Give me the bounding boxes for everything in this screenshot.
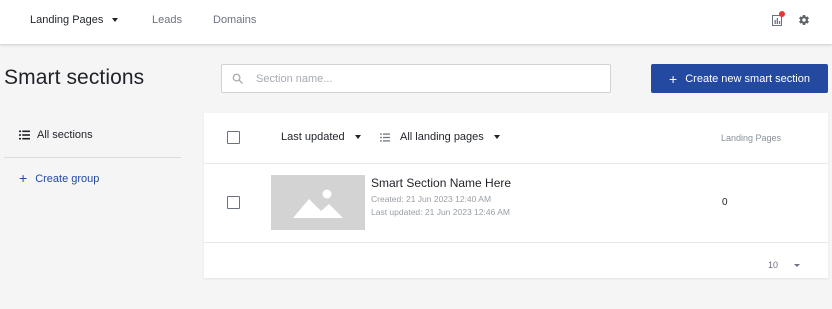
page-title: Smart sections [4,66,145,89]
sidebar-item-all-sections[interactable]: All sections [19,129,93,141]
sidebar-item-label: All sections [37,129,93,141]
list-icon [19,130,30,140]
notification-dot [779,11,785,17]
chevron-down-icon [493,135,500,139]
select-all-checkbox[interactable] [227,131,240,144]
section-name[interactable]: Smart Section Name Here [371,176,511,190]
chevron-down-icon[interactable] [794,264,800,267]
landing-page-filter-dropdown[interactable]: All landing pages [380,131,500,143]
create-group-link[interactable]: + Create group [19,170,100,186]
plus-icon: + [669,70,678,87]
nav-landing-pages-dropdown[interactable]: Landing Pages [30,14,119,26]
search-input[interactable] [256,72,586,85]
list-icon [380,132,390,142]
sidebar-divider [4,157,181,158]
sort-dropdown[interactable]: Last updated [281,131,361,143]
section-thumbnail [271,175,365,230]
column-header-landing-pages: Landing Pages [721,133,782,143]
created-date: Created: 21 Jun 2023 12:40 AM [371,194,492,204]
landing-pages-count: 0 [722,197,728,208]
report-icon[interactable] [770,11,785,27]
filter-label: All landing pages [400,131,484,143]
row-divider [204,242,828,243]
search-icon [232,73,244,85]
chevron-down-icon [354,135,361,139]
create-group-label: Create group [35,173,100,185]
create-button-label: Create new smart section [685,72,810,85]
page-size-select[interactable]: 10 [768,260,778,270]
create-smart-section-button[interactable]: + Create new smart section [651,64,828,93]
search-field[interactable] [221,64,611,93]
updated-date: Last updated: 21 Jun 2023 12:46 AM [371,207,510,217]
nav-domains[interactable]: Domains [213,14,256,26]
sort-label: Last updated [281,131,345,143]
chevron-down-icon [112,18,119,22]
nav-leads[interactable]: Leads [152,14,182,26]
top-nav-bar: Landing Pages Leads Domains [0,0,832,44]
plus-icon: + [19,170,28,186]
nav-landing-pages-label: Landing Pages [30,14,104,26]
row-checkbox[interactable] [227,196,240,209]
image-placeholder-icon [293,189,343,218]
row-divider [204,163,828,164]
sections-table: Last updated All landing pages Landing P… [204,113,828,278]
gear-icon[interactable] [797,13,811,27]
